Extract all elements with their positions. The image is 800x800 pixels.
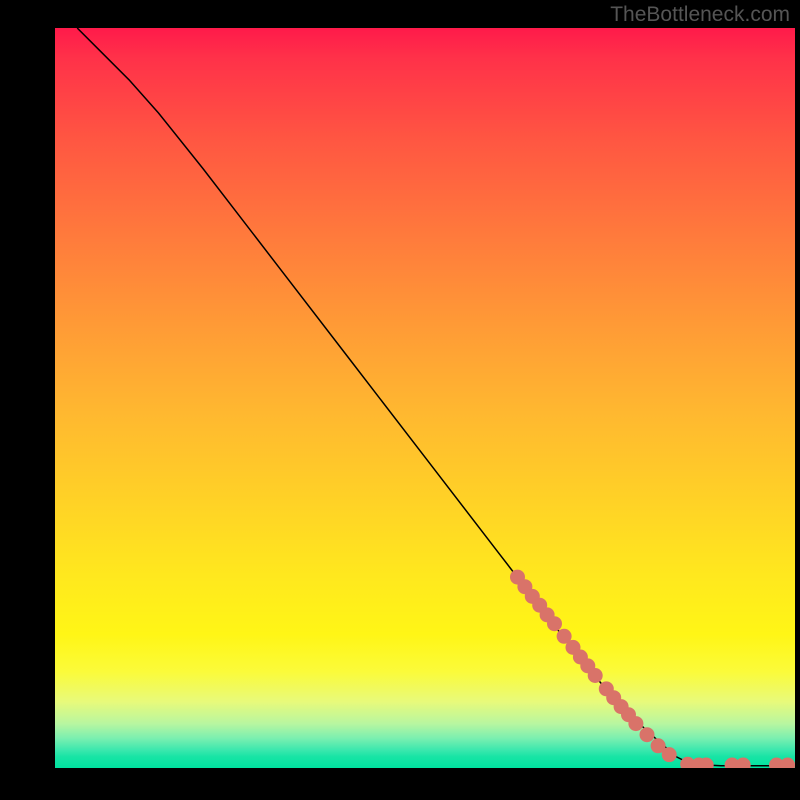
scatter-points (510, 570, 795, 768)
data-point (628, 716, 643, 731)
curve-line (77, 28, 795, 766)
data-point (780, 758, 795, 768)
data-point (640, 727, 655, 742)
data-point (547, 616, 562, 631)
plot-area (55, 28, 795, 768)
attribution-text: TheBottleneck.com (610, 3, 790, 27)
data-point (736, 758, 751, 768)
data-point (662, 747, 677, 762)
data-point (588, 668, 603, 683)
chart-svg (55, 28, 795, 768)
